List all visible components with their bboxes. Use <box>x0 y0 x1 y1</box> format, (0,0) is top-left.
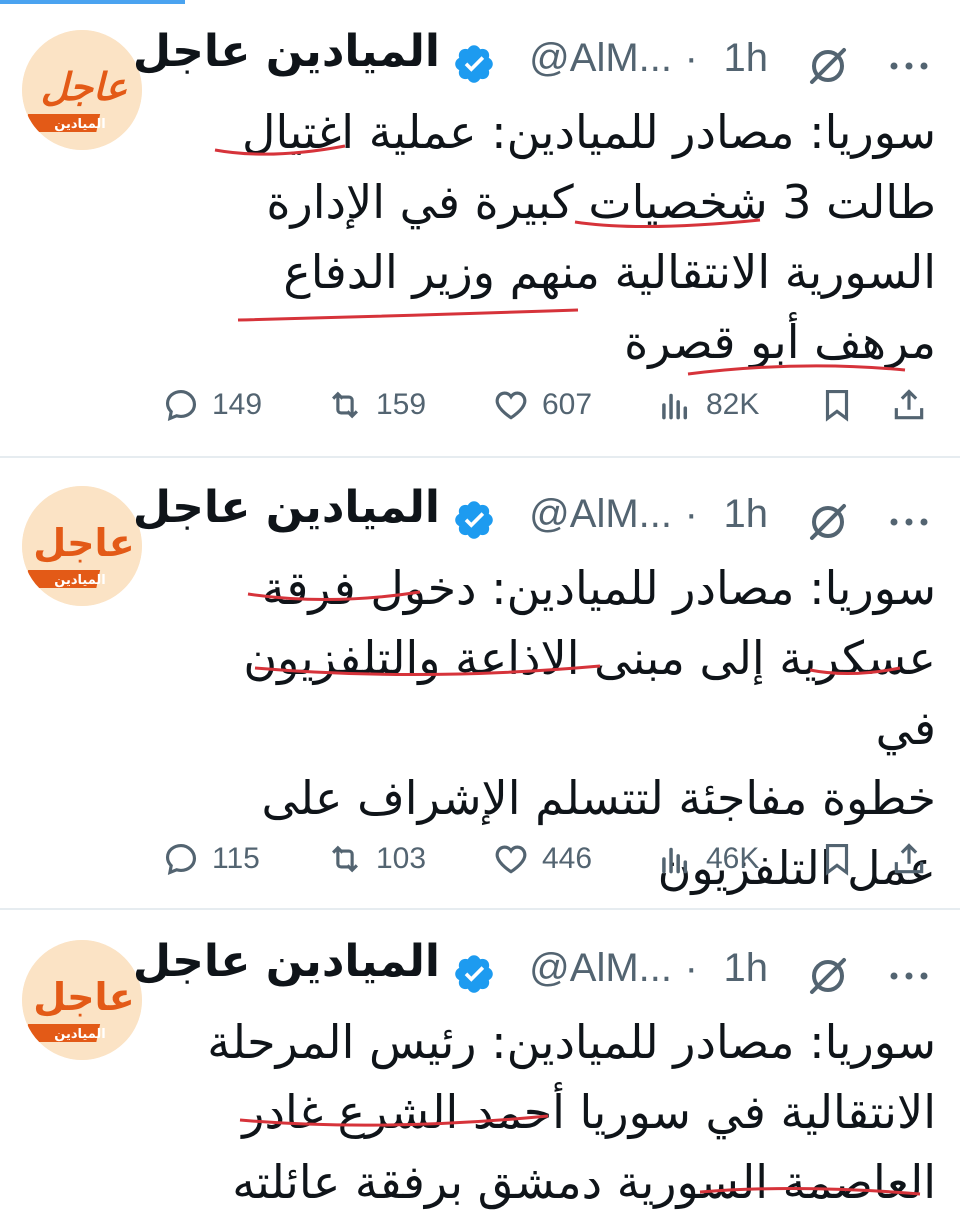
repost-count: 103 <box>376 842 427 875</box>
avatar-logo-text: عاجل <box>41 65 128 109</box>
like-count: 607 <box>542 388 593 421</box>
bookmark-icon <box>825 843 849 876</box>
tweet-3[interactable]: عاجل الميادين الميادين عاجل @AlM... · 1h… <box>0 910 960 1209</box>
avatar[interactable]: عاجل الميادين <box>22 940 142 1060</box>
repost-icon <box>332 845 358 873</box>
account-name[interactable]: الميادين عاجل <box>133 482 440 533</box>
reply-count: 149 <box>212 388 263 421</box>
account-handle[interactable]: @AlM... <box>529 36 672 81</box>
share-button[interactable] <box>890 380 928 430</box>
verified-badge-icon <box>452 498 496 542</box>
svg-text:الميادين: الميادين <box>54 573 106 588</box>
avatar-logo-text: عاجل <box>33 975 135 1019</box>
account-handle[interactable]: @AlM... <box>529 946 672 991</box>
views-count: 82K <box>706 388 760 421</box>
svg-text:الميادين: الميادين <box>54 117 106 132</box>
reply-count: 115 <box>212 842 260 875</box>
like-button[interactable]: 446 <box>492 834 592 884</box>
reply-button[interactable]: 149 <box>162 380 262 430</box>
account-name[interactable]: الميادين عاجل <box>133 26 440 77</box>
more-icon[interactable] <box>884 956 934 996</box>
tweet-text: سوريا: مصادر للميادين: رئيس المرحلة الان… <box>207 1015 936 1209</box>
share-button[interactable] <box>890 834 928 884</box>
avatar[interactable]: عاجل الميادين <box>22 486 142 606</box>
avatar-logo-text: عاجل <box>33 521 135 565</box>
grok-icon[interactable] <box>804 42 852 90</box>
like-button[interactable]: 607 <box>492 380 592 430</box>
more-icon[interactable] <box>884 502 934 542</box>
repost-button[interactable]: 159 <box>326 380 426 430</box>
reply-button[interactable]: 115 <box>162 834 260 884</box>
reply-icon <box>165 389 197 422</box>
grok-icon[interactable] <box>804 498 852 546</box>
tweet-header: الميادين عاجل @AlM... · 1h <box>133 26 934 100</box>
tweet-time[interactable]: 1h <box>724 492 769 537</box>
separator-dot: · <box>684 946 698 990</box>
tweet-header: الميادين عاجل @AlM... · 1h <box>133 482 934 556</box>
bookmark-button[interactable] <box>818 380 856 430</box>
bookmark-button[interactable] <box>818 834 856 884</box>
svg-text:الميادين: الميادين <box>54 1027 106 1042</box>
views-button[interactable]: 82K <box>656 380 759 430</box>
tweet-time[interactable]: 1h <box>724 946 769 991</box>
account-handle[interactable]: @AlM... <box>529 492 672 537</box>
like-count: 446 <box>542 842 593 875</box>
tweet-1[interactable]: عاجل الميادين الميادين عاجل @AlM... · 1h… <box>0 0 960 455</box>
share-icon <box>894 389 924 420</box>
tweet-header: الميادين عاجل @AlM... · 1h <box>133 936 934 1010</box>
grok-icon[interactable] <box>804 952 852 1000</box>
verified-badge-icon <box>452 42 496 86</box>
tweet-2[interactable]: عاجل الميادين الميادين عاجل @AlM... · 1h… <box>0 456 960 908</box>
reply-icon <box>165 843 197 876</box>
repost-icon <box>332 391 358 419</box>
repost-count: 159 <box>376 388 427 421</box>
verified-badge-icon <box>452 952 496 996</box>
separator-dot: · <box>684 492 698 536</box>
views-icon <box>662 847 688 874</box>
account-name[interactable]: الميادين عاجل <box>133 936 440 987</box>
tweet-actions: 115 103 446 46K <box>0 834 960 884</box>
repost-button[interactable]: 103 <box>326 834 426 884</box>
like-icon <box>495 845 527 874</box>
avatar[interactable]: عاجل الميادين <box>22 30 142 150</box>
like-icon <box>495 391 527 420</box>
views-icon <box>662 393 688 420</box>
more-icon[interactable] <box>884 46 934 86</box>
tweet-time[interactable]: 1h <box>724 36 769 81</box>
tweet-actions: 149 159 607 82K <box>0 380 960 430</box>
separator-dot: · <box>684 36 698 80</box>
views-count: 46K <box>706 842 760 875</box>
views-button[interactable]: 46K <box>656 834 759 884</box>
tweet-text: سوريا: مصادر للميادين: عملية اغتيال طالت… <box>242 105 936 369</box>
bookmark-icon <box>825 389 849 422</box>
share-icon <box>894 843 924 874</box>
